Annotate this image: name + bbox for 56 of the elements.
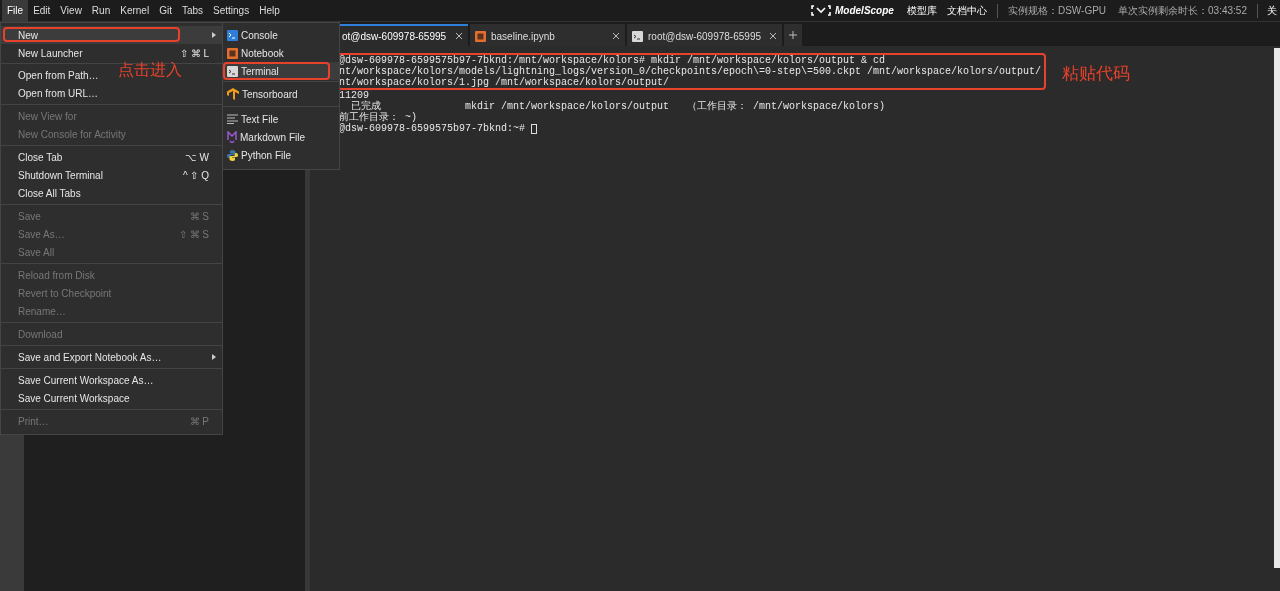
- submenu-item[interactable]: Markdown File: [223, 128, 339, 146]
- brand-logo-icon: [811, 5, 831, 16]
- console-icon: [227, 29, 238, 41]
- menu-bar-item[interactable]: File: [2, 0, 29, 22]
- terminal-line: @dsw-609978-6599575b97-7bknd:~#: [339, 123, 527, 134]
- submenu-item[interactable]: Tensorboard: [223, 85, 339, 103]
- python-icon: [227, 149, 238, 161]
- menu-item[interactable]: Open from URL…: [1, 84, 112, 102]
- menu-item[interactable]: Save Current Workspace As…: [1, 371, 167, 389]
- menu-bar-item[interactable]: View: [55, 0, 87, 22]
- menu-bar-item[interactable]: Tabs: [176, 0, 209, 22]
- menu-bar-item[interactable]: Run: [86, 0, 116, 22]
- menu-bar-item[interactable]: Edit: [28, 0, 56, 22]
- menu-bar-item[interactable]: Settings: [208, 0, 255, 22]
- close-icon[interactable]: [612, 32, 620, 40]
- header-link[interactable]: 模型库: [906, 3, 937, 18]
- remaining-time: 单次实例剩余时长：03:43:52: [1118, 4, 1247, 18]
- terminal-line: 已完成 mkdir /mnt/workspace/kolors/output （工作目录： /mnt/workspace/kolors): [350, 101, 886, 112]
- menu-item[interactable]: Shutdown Terminal ^ ⇧ Q: [1, 166, 222, 184]
- text-lines-icon: [227, 114, 238, 124]
- close-instance-button[interactable]: 关: [1267, 3, 1280, 18]
- document-tab[interactable]: baseline.ipynb: [470, 24, 625, 46]
- submenu-item[interactable]: Text File: [223, 110, 339, 128]
- menu-bar-item[interactable]: Help: [254, 0, 285, 22]
- new-tab-button[interactable]: [784, 24, 802, 46]
- plus-icon: [789, 31, 797, 39]
- close-icon[interactable]: [769, 32, 777, 40]
- annotation-text: 点击进入: [118, 62, 182, 78]
- header-link[interactable]: 文档中心: [946, 3, 987, 18]
- menu-item[interactable]: Close Tab ⌥ W: [1, 148, 222, 166]
- terminal-icon: [632, 30, 643, 42]
- terminal-line: @dsw-609978-6599575b97-7bknd:/mnt/workspace/kolors# mkdir /mnt/workspace/kolors/output & cd: [339, 55, 886, 66]
- instance-spec: 实例规格：DSW-GPU: [1007, 4, 1107, 18]
- menu-item[interactable]: New: [1, 26, 222, 44]
- terminal-line: 前工作目录： ~): [339, 112, 417, 123]
- submenu-item[interactable]: Terminal: [223, 62, 339, 80]
- close-icon[interactable]: [455, 32, 463, 40]
- menu-item[interactable]: Open from Path…: [1, 66, 112, 84]
- submenu-item[interactable]: Notebook: [223, 44, 339, 62]
- menu-bar-item[interactable]: Git: [154, 0, 177, 22]
- document-tab[interactable]: root@dsw-609978-65995: [627, 24, 782, 46]
- tensorboard-icon: [227, 88, 239, 100]
- terminal-line: nt/workspace/kolors/1.jpg /mnt/workspace/kolors/output/: [339, 77, 670, 88]
- menu-bar-item[interactable]: Kernel: [115, 0, 155, 22]
- menu-item[interactable]: Save and Export Notebook As…: [1, 348, 222, 366]
- menu-item[interactable]: Save Current Workspace: [1, 389, 143, 407]
- terminal-icon: [227, 65, 238, 77]
- menu-item[interactable]: Close All Tabs: [1, 184, 94, 202]
- terminal-line: 11209: [339, 90, 369, 101]
- menu-item[interactable]: New Launcher ⇧ ⌘ L: [1, 44, 222, 62]
- notebook-icon: [227, 47, 238, 59]
- notebook-icon: [475, 30, 486, 42]
- brand-name: ModelScope: [835, 4, 894, 18]
- terminal-line: nt/workspace/kolors/models/lightning_logs/version_0/checkpoints/epoch\=0-step\=500.ckpt /mnt/workspace/kolors/output/: [339, 66, 1042, 77]
- submenu-item[interactable]: Python File: [223, 146, 339, 164]
- markdown-icon: [227, 131, 237, 143]
